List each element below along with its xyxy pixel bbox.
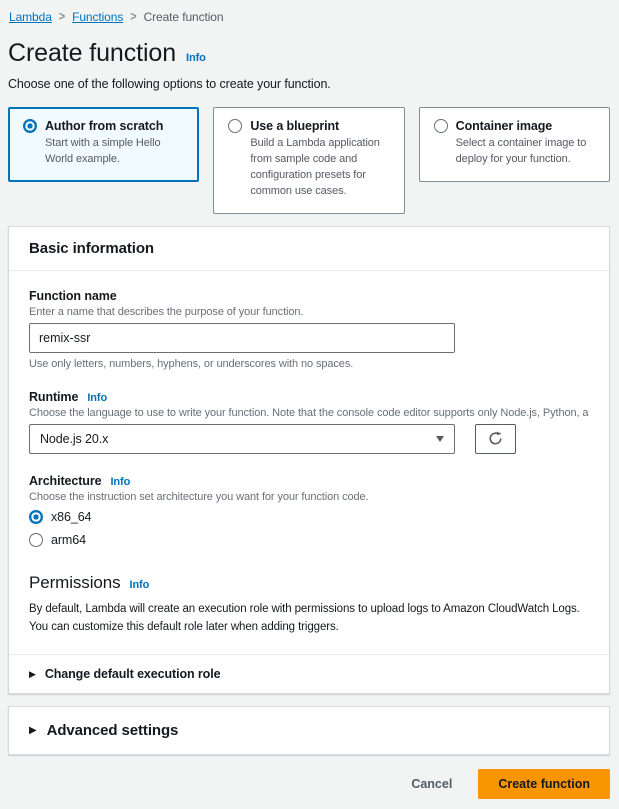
function-name-description: Enter a name that describes the purpose …	[29, 306, 589, 318]
create-function-page: Lambda > Functions > Create function Cre…	[0, 0, 619, 809]
architecture-info-link[interactable]: Info	[110, 476, 130, 488]
radio-unchecked-icon[interactable]	[434, 119, 448, 133]
option-card-description: Select a container image to deploy for y…	[456, 136, 595, 168]
function-name-constraint: Use only letters, numbers, hyphens, or u…	[29, 358, 589, 370]
architecture-option-arm64[interactable]: arm64	[29, 533, 589, 547]
runtime-description: Choose the language to use to write your…	[29, 407, 589, 419]
option-card-description: Start with a simple Hello World example.	[45, 136, 184, 168]
function-name-field: Function name Enter a name that describe…	[29, 289, 589, 370]
form-actions: Cancel Create function	[8, 769, 610, 799]
page-title-info-link[interactable]: Info	[186, 52, 206, 64]
option-card-title: Author from scratch	[45, 119, 163, 133]
architecture-option-label: x86_64	[51, 510, 91, 524]
advanced-settings-panel: ▶ Advanced settings	[8, 706, 610, 755]
function-name-label: Function name	[29, 289, 117, 303]
architecture-label: Architecture	[29, 474, 101, 488]
option-card-title: Use a blueprint	[250, 119, 339, 133]
architecture-option-label: arm64	[51, 533, 86, 547]
cancel-button[interactable]: Cancel	[395, 771, 468, 797]
function-name-input[interactable]	[29, 323, 455, 353]
option-card-author-from-scratch[interactable]: Author from scratch Start with a simple …	[8, 107, 199, 182]
architecture-option-x86-64[interactable]: x86_64	[29, 510, 589, 524]
basic-information-header: Basic information	[29, 240, 589, 257]
breadcrumb-link-functions[interactable]: Functions	[72, 10, 123, 24]
breadcrumb-separator-icon: >	[59, 10, 65, 24]
runtime-select-value: Node.js 20.x	[40, 432, 108, 446]
breadcrumb-link-lambda[interactable]: Lambda	[9, 10, 52, 24]
runtime-select[interactable]: Node.js 20.x	[29, 424, 455, 454]
breadcrumb-current-page: Create function	[144, 10, 224, 24]
option-card-description: Build a Lambda application from sample c…	[250, 136, 389, 200]
option-card-use-a-blueprint[interactable]: Use a blueprint Build a Lambda applicati…	[213, 107, 404, 214]
runtime-info-link[interactable]: Info	[87, 392, 107, 404]
runtime-field: Runtime Info Choose the language to use …	[29, 390, 589, 454]
permissions-info-link[interactable]: Info	[129, 579, 149, 591]
permissions-description: By default, Lambda will create an execut…	[29, 601, 589, 637]
runtime-label: Runtime	[29, 390, 78, 404]
chevron-right-icon: ▶	[29, 726, 37, 736]
change-default-execution-role-expander[interactable]: ▶ Change default execution role	[9, 654, 609, 693]
page-title: Create function	[8, 39, 176, 68]
chevron-right-icon: ▶	[29, 670, 36, 679]
expander-label: Change default execution role	[45, 667, 221, 681]
radio-checked-icon[interactable]	[23, 119, 37, 133]
page-subtitle: Choose one of the following options to c…	[8, 77, 610, 91]
chevron-down-icon	[436, 436, 444, 442]
architecture-field: Architecture Info Choose the instruction…	[29, 474, 589, 547]
architecture-radio-group: x86_64 arm64	[29, 510, 589, 547]
option-card-title: Container image	[456, 119, 552, 133]
permissions-section: Permissions Info By default, Lambda will…	[29, 573, 589, 637]
refresh-icon	[488, 431, 503, 446]
basic-information-panel: Basic information Function name Enter a …	[8, 226, 610, 695]
architecture-description: Choose the instruction set architecture …	[29, 491, 589, 503]
create-function-button[interactable]: Create function	[478, 769, 610, 799]
advanced-settings-title: Advanced settings	[47, 722, 179, 739]
advanced-settings-expander[interactable]: ▶ Advanced settings	[9, 707, 609, 754]
radio-unchecked-icon[interactable]	[228, 119, 242, 133]
radio-unchecked-icon[interactable]	[29, 533, 43, 547]
option-card-container-image[interactable]: Container image Select a container image…	[419, 107, 610, 182]
runtime-refresh-button[interactable]	[475, 424, 516, 454]
radio-checked-icon[interactable]	[29, 510, 43, 524]
creation-option-cards: Author from scratch Start with a simple …	[8, 107, 610, 214]
breadcrumb-separator-icon: >	[130, 10, 136, 24]
permissions-heading: Permissions	[29, 573, 120, 593]
breadcrumb: Lambda > Functions > Create function	[9, 10, 610, 24]
